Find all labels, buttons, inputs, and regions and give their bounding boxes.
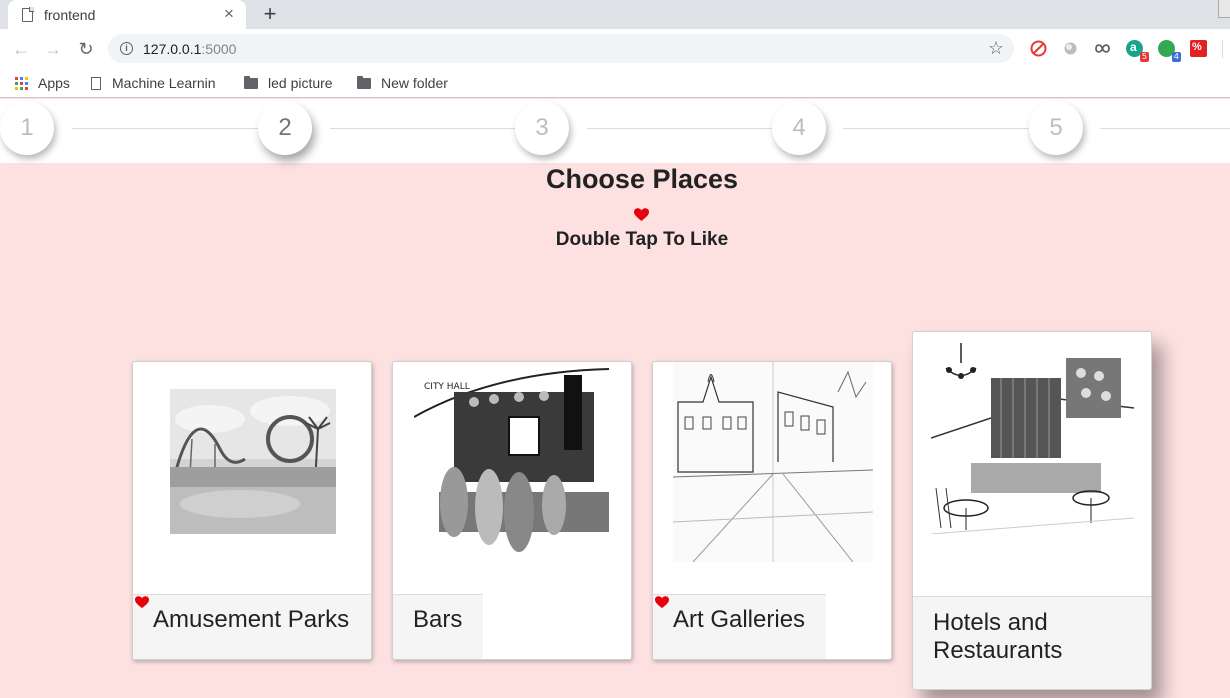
url-port: :5000: [201, 40, 237, 57]
apps-grid-icon: [15, 76, 28, 90]
reload-icon[interactable]: ↻: [74, 37, 98, 61]
heart-icon: [634, 208, 649, 221]
card-label: Amusement Parks: [133, 594, 371, 659]
infinity-ext-icon[interactable]: [1093, 40, 1112, 57]
step-2[interactable]: 2: [258, 101, 312, 155]
step-connector: [330, 128, 516, 129]
forward-arrow-icon[interactable]: →: [41, 37, 65, 61]
art-gallery-sketch-image: [673, 362, 873, 562]
tab-strip: frontend × +: [0, 0, 1230, 29]
bookmarks-bar: Apps Machine Learnin led picture New fol…: [0, 68, 1230, 98]
liked-heart-icon: [135, 596, 149, 609]
card-label-text: Amusement Parks: [153, 606, 350, 633]
address-bar[interactable]: i 127.0.0.1:5000 ☆: [108, 34, 1014, 63]
new-tab-button[interactable]: +: [258, 2, 282, 26]
folder-icon: [357, 75, 371, 89]
tab-title: frontend: [44, 6, 96, 23]
tab-close-icon[interactable]: ×: [220, 5, 238, 23]
page-subtitle: Double Tap To Like: [555, 229, 729, 250]
step-5[interactable]: 5: [1029, 101, 1083, 155]
card-label-text: Art Galleries: [673, 606, 806, 633]
browser-toolbar: ← → ↻ i 127.0.0.1:5000 ☆ a 5 4 %: [0, 29, 1230, 68]
step-connector: [587, 128, 773, 129]
step-connector: [72, 128, 258, 129]
bookmark-label: New folder: [381, 75, 448, 91]
step-connector: [1100, 128, 1230, 129]
a-ext-badge: 5: [1139, 52, 1149, 62]
place-card-bars[interactable]: CITY HALL Bars: [392, 361, 632, 660]
bookmark-star-icon[interactable]: ☆: [988, 38, 1004, 59]
bookmark-new-folder[interactable]: New folder: [357, 73, 448, 93]
restaurant-sketch-image: [931, 338, 1134, 534]
card-label: Bars: [393, 594, 483, 659]
place-card-amusement-parks[interactable]: Amusement Parks: [132, 361, 372, 660]
browser-tab[interactable]: frontend ×: [8, 0, 246, 29]
card-label-text: Hotels and Restaurants: [933, 609, 1063, 664]
step-1[interactable]: 1: [0, 101, 54, 155]
page-icon: [91, 76, 101, 90]
info-icon[interactable]: i: [120, 42, 133, 55]
bookmark-label: Machine Learnin: [112, 75, 216, 91]
step-3[interactable]: 3: [515, 101, 569, 155]
step-4[interactable]: 4: [772, 101, 826, 155]
svg-text:CITY HALL: CITY HALL: [424, 382, 470, 392]
bookmark-machine-learning[interactable]: Machine Learnin: [91, 73, 224, 93]
bookmark-apps-label: Apps: [38, 75, 70, 91]
window-control[interactable]: [1218, 0, 1230, 18]
page-icon: [22, 7, 34, 22]
red-ext-icon[interactable]: %: [1190, 40, 1207, 57]
green-ext-badge: 4: [1171, 52, 1181, 62]
card-label: Hotels and Restaurants: [913, 596, 1151, 689]
amusement-park-image: [170, 389, 336, 534]
place-card-art-galleries[interactable]: Art Galleries: [652, 361, 892, 660]
a-ext-icon[interactable]: a 5: [1126, 40, 1149, 62]
bookmark-label: led picture: [268, 75, 333, 91]
bookmark-apps[interactable]: Apps: [15, 73, 70, 93]
place-card-hotels-restaurants[interactable]: Hotels and Restaurants: [912, 331, 1152, 690]
url-host: 127.0.0.1: [143, 40, 202, 57]
liked-heart-icon: [655, 596, 669, 609]
card-label-text: Bars: [413, 606, 463, 633]
page-title: Choose Places: [545, 164, 739, 194]
step-connector: [843, 128, 1029, 129]
folder-icon: [244, 75, 258, 89]
adblock-icon[interactable]: [1030, 40, 1047, 57]
circle-ext-icon[interactable]: [1062, 40, 1079, 57]
toolbar-separator: [1222, 40, 1223, 58]
back-arrow-icon[interactable]: ←: [9, 37, 33, 61]
stepper: 1 2 3 4 5: [0, 99, 1230, 163]
green-ext-icon[interactable]: 4: [1158, 40, 1181, 62]
bookmark-led-picture[interactable]: led picture: [244, 73, 333, 93]
card-label: Art Galleries: [653, 594, 826, 659]
bars-sketch-image: CITY HALL: [414, 367, 609, 562]
